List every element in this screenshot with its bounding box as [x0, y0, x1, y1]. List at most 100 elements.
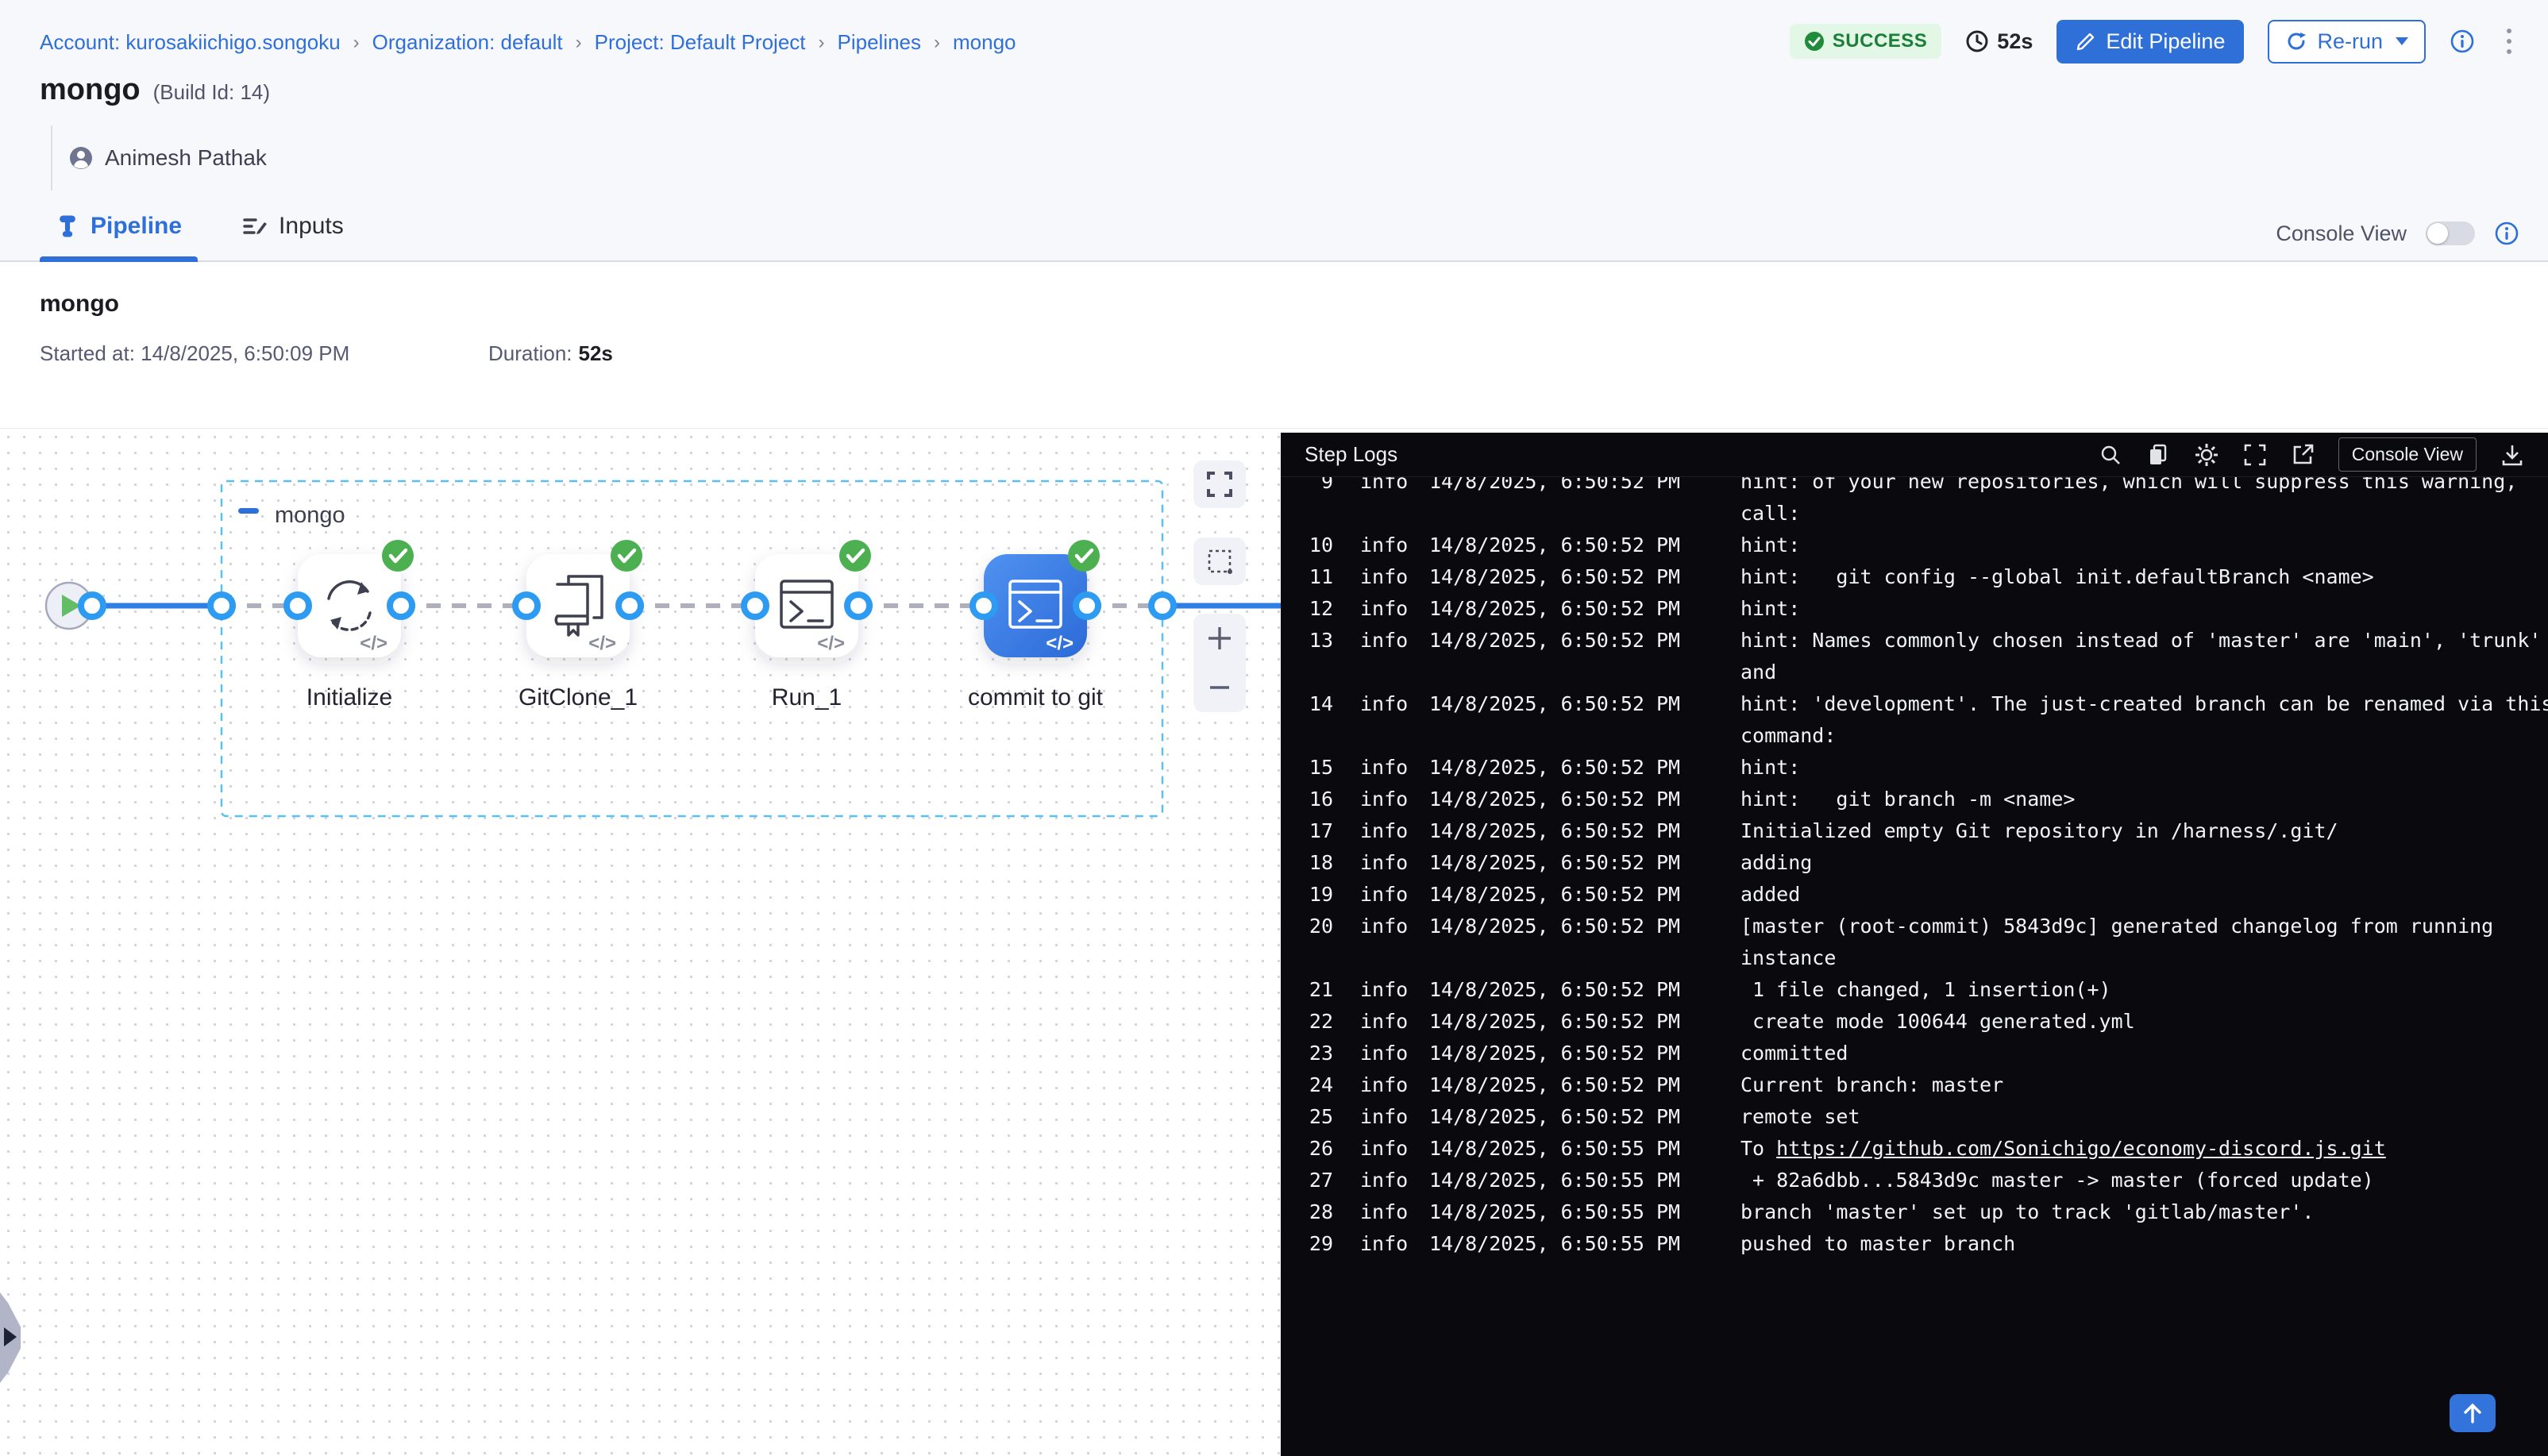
- copy-icon[interactable]: [2146, 443, 2170, 467]
- tab-bar: Pipeline Inputs: [51, 200, 349, 260]
- code-icon: </>: [588, 633, 616, 654]
- log-message-continuation: call:: [1740, 498, 2548, 530]
- log-message: hint: git branch -m <name>: [1740, 784, 2548, 815]
- log-row: 9info14/8/2025, 6:50:52 PMhint: of your …: [1281, 477, 2548, 498]
- info-icon[interactable]: [2450, 29, 2475, 54]
- clock-icon: [1965, 29, 1989, 53]
- log-level: info: [1360, 1165, 1408, 1196]
- kebab-menu-icon[interactable]: [2499, 25, 2519, 57]
- step-logs-body[interactable]: 9info14/8/2025, 6:50:52 PMhint: of your …: [1281, 477, 2548, 1456]
- breadcrumb-item[interactable]: Pipelines: [838, 30, 922, 55]
- log-row: 27info14/8/2025, 6:50:55 PM + 82a6dbb...…: [1281, 1165, 2548, 1196]
- breadcrumb-separator: ›: [353, 32, 360, 54]
- console-view-toggle[interactable]: [2426, 221, 2475, 245]
- log-row: 24info14/8/2025, 6:50:52 PMCurrent branc…: [1281, 1069, 2548, 1101]
- page-title: mongo: [40, 73, 141, 107]
- scroll-to-top-button[interactable]: [2450, 1394, 2496, 1432]
- gear-icon[interactable]: [2194, 442, 2219, 468]
- log-timestamp: 14/8/2025, 6:50:52 PM: [1429, 530, 1740, 561]
- log-message: hint: 'development'. The just-created br…: [1740, 688, 2548, 720]
- log-link[interactable]: https://github.com/Sonichigo/economy-dis…: [1776, 1137, 2386, 1160]
- tab-pipeline-label: Pipeline: [91, 213, 182, 240]
- log-timestamp: 14/8/2025, 6:50:52 PM: [1429, 974, 1740, 1006]
- canvas-fullscreen-button[interactable]: [1193, 460, 1246, 508]
- rerun-label: Re-run: [2317, 29, 2383, 54]
- duration-indicator: 52s: [1965, 29, 2033, 54]
- log-message-continuation: command:: [1740, 720, 2548, 752]
- download-icon[interactable]: [2500, 443, 2524, 467]
- log-row: 26info14/8/2025, 6:50:55 PMTo https://gi…: [1281, 1133, 2548, 1165]
- log-message: hint: Names commonly chosen instead of '…: [1740, 625, 2548, 657]
- edit-pipeline-label: Edit Pipeline: [2106, 29, 2225, 54]
- log-timestamp: 14/8/2025, 6:50:52 PM: [1429, 593, 1740, 625]
- log-message: Current branch: master: [1740, 1069, 2548, 1101]
- log-message: added: [1740, 879, 2548, 911]
- breadcrumb-item[interactable]: Project: Default Project: [595, 30, 806, 55]
- log-row: call:: [1281, 498, 2548, 530]
- avatar-icon: [68, 145, 94, 171]
- step-logs-header: Step Logs Console View: [1281, 433, 2548, 477]
- log-row: 20info14/8/2025, 6:50:52 PM[master (root…: [1281, 911, 2548, 942]
- log-message: Initialized empty Git repository in /har…: [1740, 815, 2548, 847]
- log-row: 16info14/8/2025, 6:50:52 PMhint: git bra…: [1281, 784, 2548, 815]
- log-level: info: [1360, 1101, 1408, 1133]
- node-label: Run_1: [772, 684, 842, 711]
- log-level: info: [1360, 974, 1408, 1006]
- log-line-number: 20: [1281, 911, 1333, 942]
- rerun-button[interactable]: Re-run: [2268, 20, 2426, 64]
- log-level: info: [1360, 752, 1408, 784]
- log-timestamp: 14/8/2025, 6:50:52 PM: [1429, 879, 1740, 911]
- inputs-icon: [242, 214, 268, 238]
- log-level: info: [1360, 1069, 1408, 1101]
- log-message: + 82a6dbb...5843d9c master -> master (fo…: [1740, 1165, 2548, 1196]
- info-icon[interactable]: [2494, 221, 2519, 246]
- breadcrumb-separator: ›: [934, 32, 940, 54]
- log-line-number: 24: [1281, 1069, 1333, 1101]
- plus-icon[interactable]: [1205, 624, 1234, 653]
- breadcrumb-item[interactable]: Account: kurosakiichigo.songoku: [40, 30, 341, 55]
- log-timestamp: 14/8/2025, 6:50:52 PM: [1429, 688, 1740, 720]
- log-level: info: [1360, 477, 1408, 498]
- log-timestamp: 14/8/2025, 6:50:52 PM: [1429, 625, 1740, 657]
- refresh-icon: [2285, 30, 2307, 52]
- log-level: info: [1360, 847, 1408, 879]
- log-line-number: 29: [1281, 1228, 1333, 1260]
- success-check-icon: [839, 540, 871, 572]
- log-line-number: 28: [1281, 1196, 1333, 1228]
- log-message: pushed to master branch: [1740, 1228, 2548, 1260]
- stage-collapse-icon[interactable]: [238, 508, 259, 514]
- canvas-selection-button[interactable]: [1193, 537, 1246, 585]
- node-commit-to-git[interactable]: </> commit to git: [968, 540, 1104, 711]
- search-icon[interactable]: [2099, 443, 2122, 467]
- log-level: info: [1360, 593, 1408, 625]
- console-view-button[interactable]: Console View: [2338, 437, 2477, 472]
- log-message: create mode 100644 generated.yml: [1740, 1006, 2548, 1038]
- log-message: 1 file changed, 1 insertion(+): [1740, 974, 2548, 1006]
- minus-icon[interactable]: [1205, 673, 1234, 702]
- external-link-icon[interactable]: [2291, 443, 2315, 467]
- step-logs-toolbar: Console View: [2099, 437, 2524, 472]
- console-view-cluster: Console View: [2276, 221, 2519, 246]
- tab-inputs[interactable]: Inputs: [237, 200, 349, 260]
- node-gitclone[interactable]: </> GitClone_1: [518, 540, 642, 711]
- log-level: info: [1360, 561, 1408, 593]
- build-id: (Build Id: 14): [153, 80, 270, 105]
- log-row: 21info14/8/2025, 6:50:52 PM 1 file chang…: [1281, 974, 2548, 1006]
- fullscreen-icon[interactable]: [2243, 443, 2267, 467]
- log-rows: 9info14/8/2025, 6:50:52 PMhint: of your …: [1281, 477, 2548, 1260]
- log-line-number: 25: [1281, 1101, 1333, 1133]
- log-level: info: [1360, 1196, 1408, 1228]
- breadcrumb-item[interactable]: Organization: default: [372, 30, 563, 55]
- status-badge: SUCCESS: [1790, 24, 1942, 59]
- log-timestamp: 14/8/2025, 6:50:52 PM: [1429, 1038, 1740, 1069]
- build-title-row: mongo (Build Id: 14): [40, 73, 270, 107]
- run-duration: Duration:52s: [488, 341, 613, 366]
- log-level: info: [1360, 879, 1408, 911]
- tab-pipeline[interactable]: Pipeline: [51, 200, 187, 260]
- log-row: 25info14/8/2025, 6:50:52 PMremote set: [1281, 1101, 2548, 1133]
- log-row: and: [1281, 657, 2548, 688]
- pipeline-canvas[interactable]: mongo </> Initial: [0, 429, 1281, 1456]
- breadcrumb-item[interactable]: mongo: [953, 30, 1016, 55]
- edit-pipeline-button[interactable]: Edit Pipeline: [2057, 20, 2244, 64]
- log-timestamp: 14/8/2025, 6:50:52 PM: [1429, 752, 1740, 784]
